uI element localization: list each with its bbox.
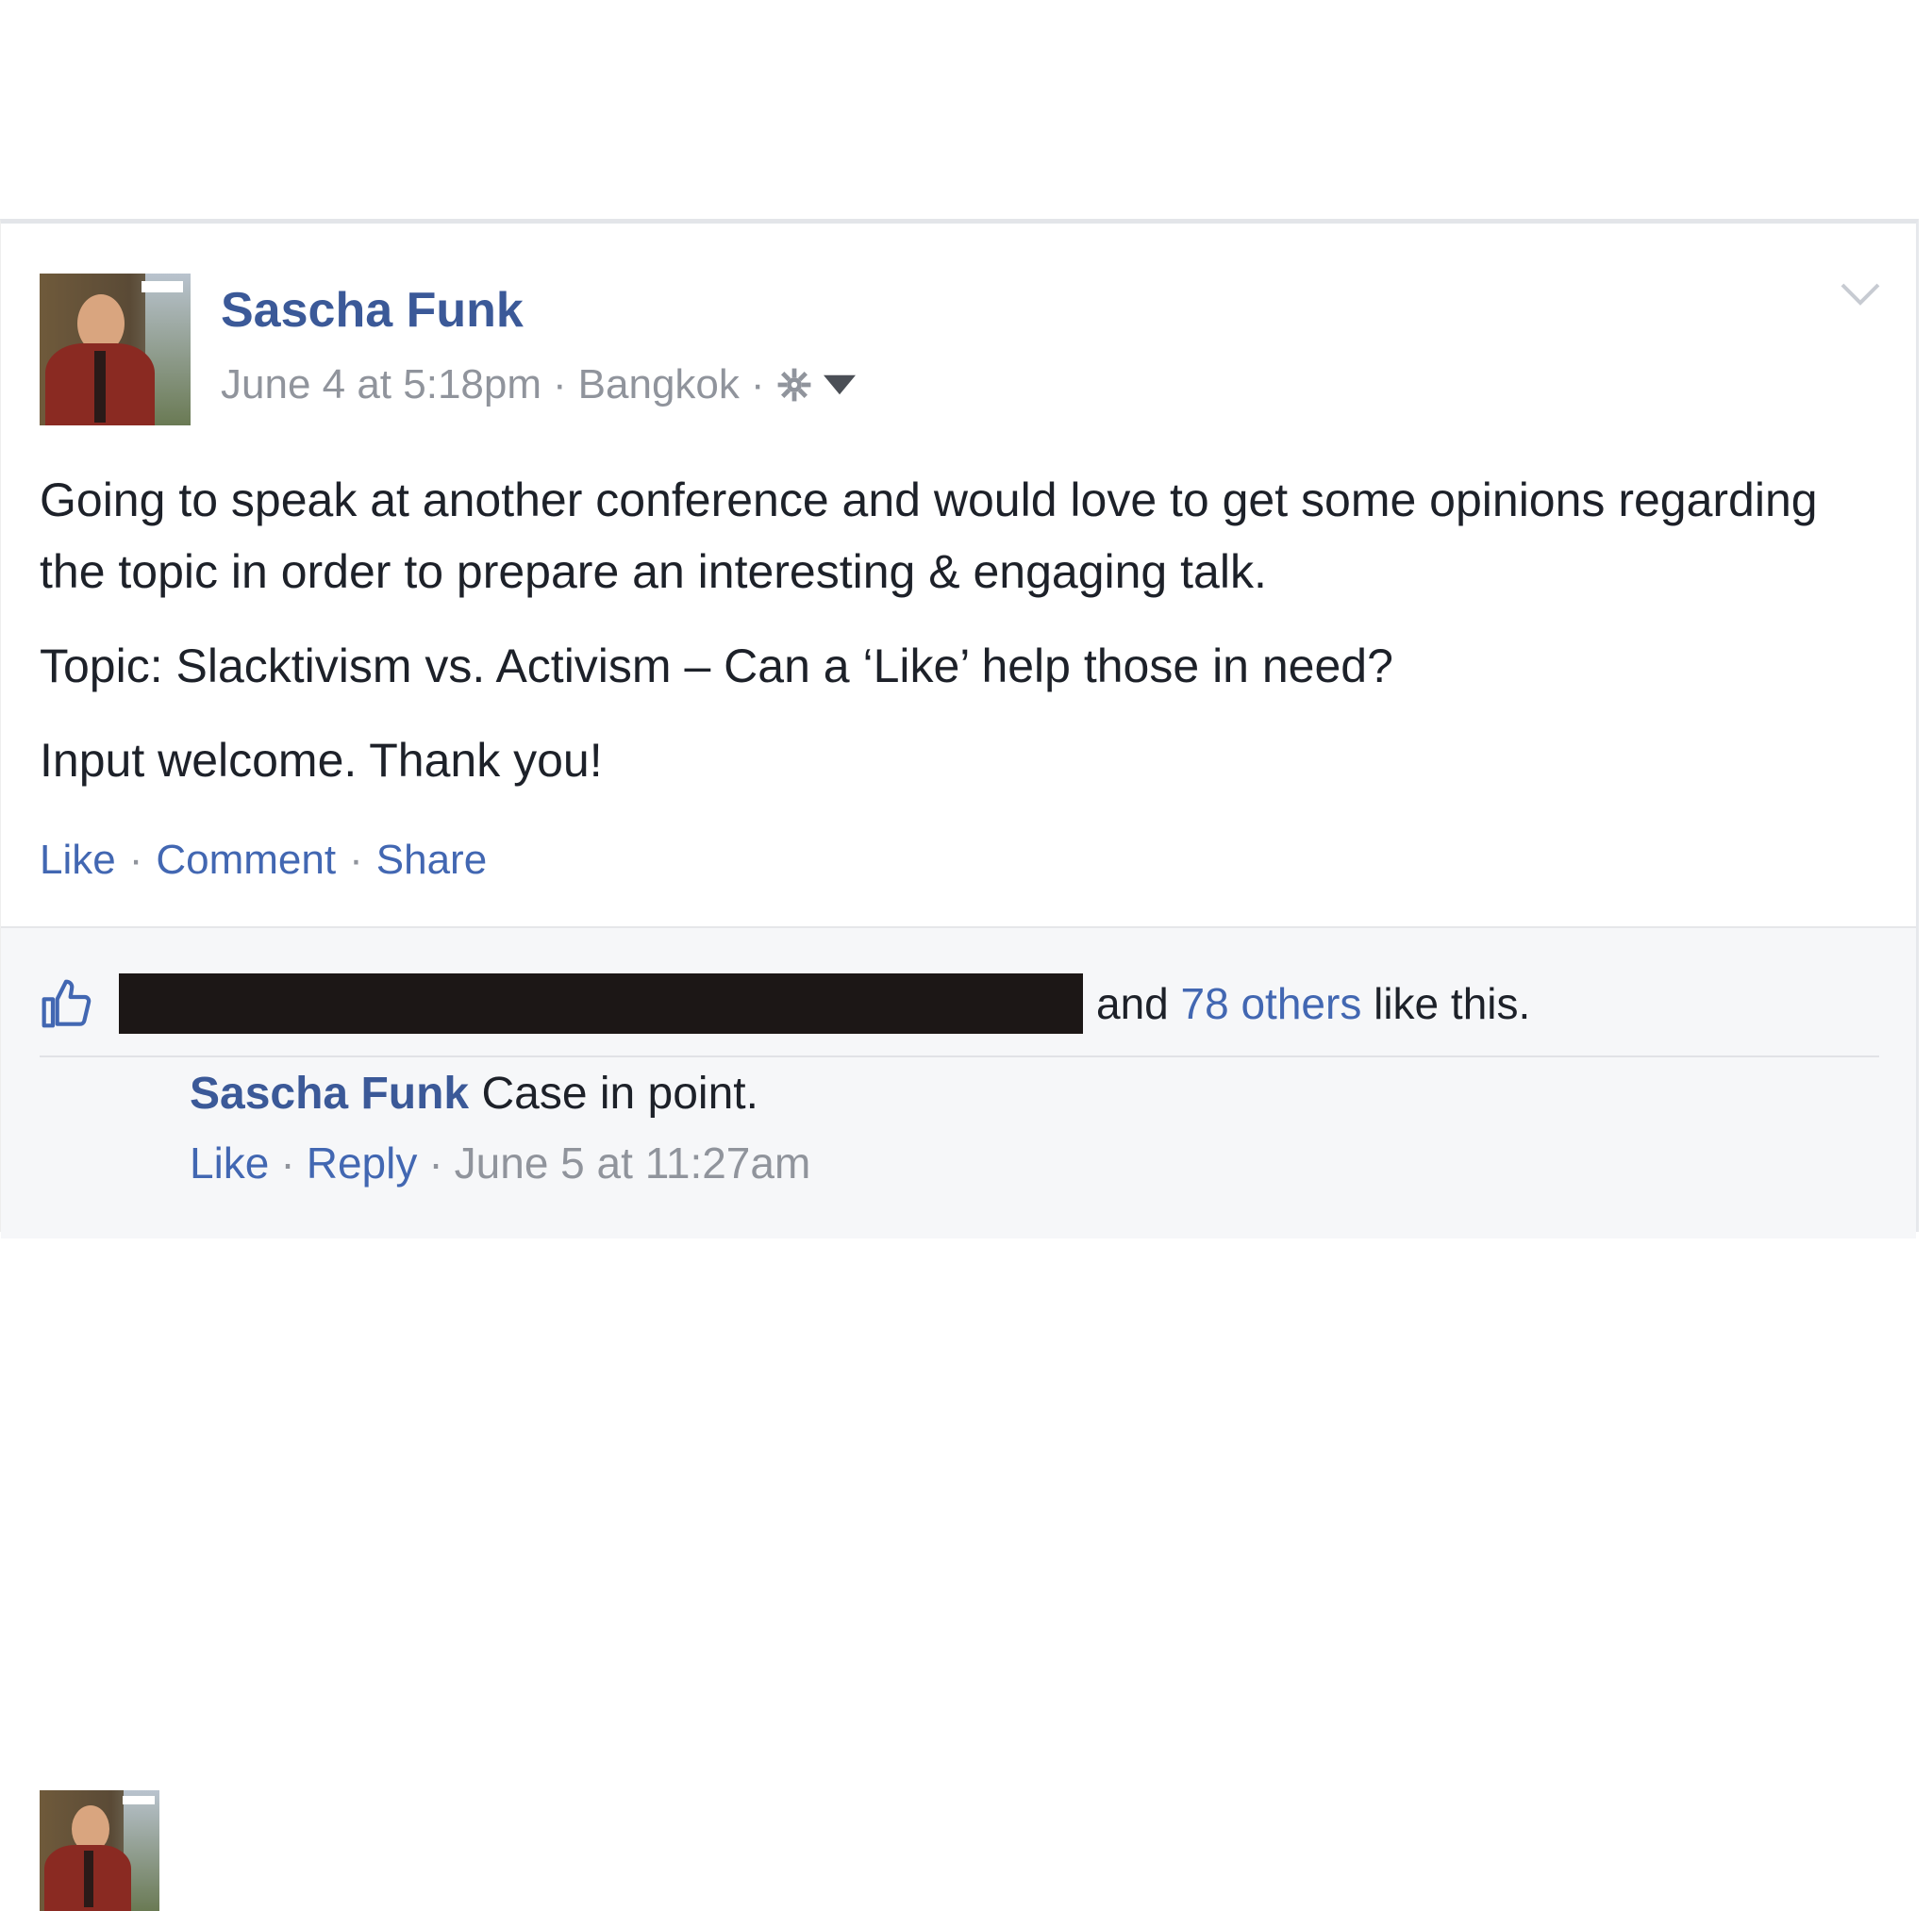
author-avatar[interactable] — [40, 274, 191, 425]
separator-dot: · — [128, 837, 143, 883]
comment-like-link[interactable]: Like — [190, 1138, 269, 1188]
comment: Sascha Funk Case in point. — [190, 1068, 758, 1120]
feedback-section: and 78 others like this. Sascha Funk Cas… — [1, 926, 1916, 1911]
separator-dot: · — [280, 1138, 295, 1188]
post-text: Going to speak at another conference and… — [40, 464, 1879, 796]
comment-author-name[interactable]: Sascha Funk — [190, 1069, 469, 1119]
caret-down-icon[interactable] — [823, 374, 856, 395]
comment-link[interactable]: Comment — [156, 837, 336, 884]
comment-reply-link[interactable]: Reply — [307, 1138, 418, 1188]
comment-text: Case in point. — [481, 1069, 758, 1119]
post-paragraph: Topic: Slacktivism vs. Activism – Can a … — [40, 640, 1393, 692]
post-location[interactable]: Bangkok — [578, 361, 740, 408]
post-paragraph: Going to speak at another conference and… — [40, 474, 1818, 598]
separator-dot: · — [349, 837, 363, 883]
post-actions: Like · Comment · Share — [40, 827, 487, 893]
commenter-avatar[interactable] — [40, 1790, 159, 1911]
chevron-down-icon[interactable] — [1836, 277, 1885, 311]
post-author-name[interactable]: Sascha Funk — [221, 282, 524, 339]
divider — [40, 1055, 1879, 1057]
comment-timestamp[interactable]: June 5 at 11:27am — [455, 1138, 811, 1188]
others-link[interactable]: 78 others — [1181, 978, 1362, 1029]
post-header-and-body: Sascha Funk June 4 at 5:18pm · Bangkok · — [1, 224, 1916, 926]
redacted-names-bar — [119, 973, 1083, 1034]
separator-dot: · — [553, 361, 567, 407]
post-paragraph: Input welcome. Thank you! — [40, 734, 603, 787]
likes-summary: and 78 others like this. — [40, 971, 1530, 1037]
likes-prefix: and — [1096, 979, 1169, 1028]
separator-dot: · — [750, 361, 765, 407]
separator-dot: · — [428, 1138, 443, 1188]
like-link[interactable]: Like — [40, 837, 116, 884]
facebook-post-card: Sascha Funk June 4 at 5:18pm · Bangkok · — [0, 219, 1919, 1911]
post-meta: June 4 at 5:18pm · Bangkok · — [221, 356, 856, 414]
gear-icon[interactable] — [776, 367, 812, 403]
share-link[interactable]: Share — [376, 837, 487, 884]
likes-suffix: like this. — [1374, 979, 1531, 1028]
thumbs-up-icon — [40, 977, 92, 1030]
post-timestamp[interactable]: June 4 at 5:18pm — [221, 361, 541, 408]
comment-actions: Like · Reply · June 5 at 11:27am — [190, 1138, 810, 1188]
